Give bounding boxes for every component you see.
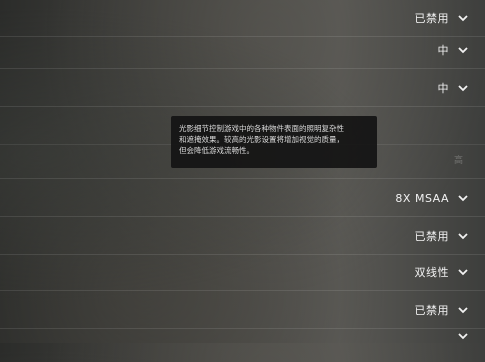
setting-row[interactable]: 双线性 <box>0 254 485 291</box>
setting-row[interactable]: 中 <box>0 32 485 69</box>
dropdown[interactable]: 双线性 <box>415 254 470 290</box>
tooltip-line: 光影细节控制游戏中的各种物件表面的照明复杂性 <box>179 124 344 133</box>
dropdown-value: 已禁用 <box>414 230 449 243</box>
setting-row[interactable]: 已禁用 <box>0 218 485 255</box>
dropdown[interactable] <box>457 326 469 346</box>
chevron-down-icon <box>457 82 469 94</box>
setting-row[interactable]: 中 <box>0 70 485 107</box>
chevron-down-icon <box>457 304 469 316</box>
chevron-down-icon <box>457 44 469 56</box>
dropdown-value: 已禁用 <box>414 304 449 317</box>
dropdown[interactable]: 8X MSAA <box>395 180 469 216</box>
chevron-down-icon <box>457 230 469 242</box>
chevron-down-icon <box>457 192 469 204</box>
setting-row[interactable]: 已禁用 <box>0 292 485 329</box>
chevron-down-icon <box>457 266 469 278</box>
dropdown-value: 中 <box>437 44 449 57</box>
dropdown-value: 已禁用 <box>414 12 449 25</box>
settings-list: 已禁用 中 中 8X MSAA 已禁用 双线性 已禁用 <box>0 0 485 343</box>
dropdown[interactable]: 已禁用 <box>415 218 470 254</box>
dropdown-value: 双线性 <box>414 266 449 279</box>
tooltip: 光影细节控制游戏中的各种物件表面的照明复杂性 和遮掩效果。较高的光影设置将增加视… <box>171 116 377 168</box>
tooltip-line: 和遮掩效果。较高的光影设置将增加视觉的质量， <box>179 135 344 144</box>
chevron-down-icon <box>457 12 469 24</box>
chevron-down-icon <box>457 330 469 342</box>
dropdown-value: 中 <box>437 82 449 95</box>
setting-row[interactable] <box>0 326 485 362</box>
obscured-value: 高 <box>453 156 463 166</box>
tooltip-line: 但会降低游戏流畅性。 <box>179 146 254 155</box>
dropdown-value: 8X MSAA <box>395 191 449 205</box>
dropdown[interactable]: 已禁用 <box>415 292 470 328</box>
dropdown[interactable]: 中 <box>438 70 470 106</box>
dropdown[interactable]: 已禁用 <box>415 0 470 36</box>
setting-row[interactable]: 8X MSAA <box>0 180 485 217</box>
dropdown[interactable]: 中 <box>438 32 470 68</box>
